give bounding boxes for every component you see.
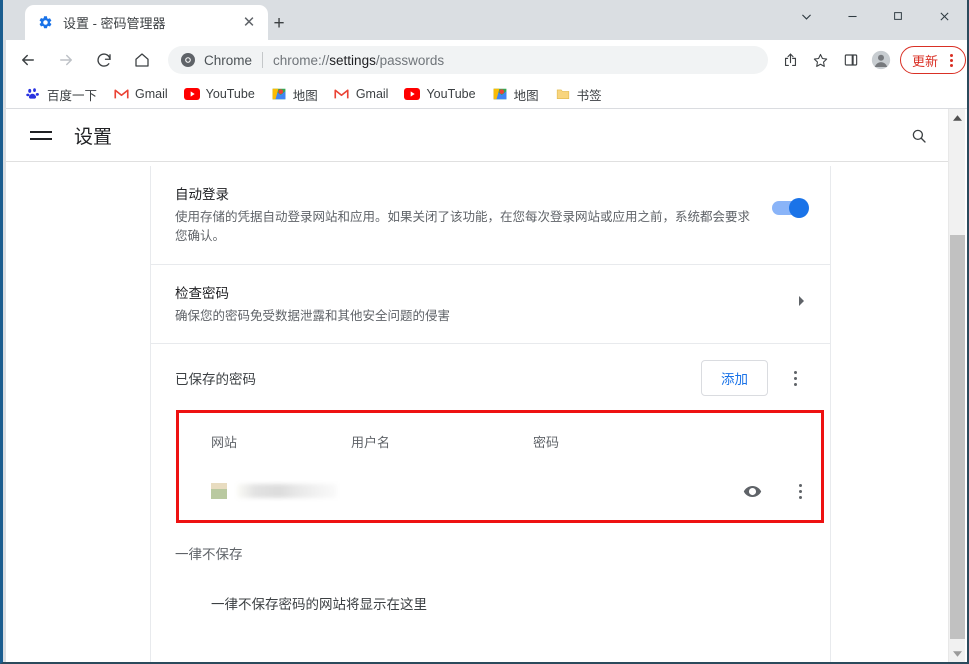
toggle-knob xyxy=(789,198,809,218)
baidu-icon xyxy=(25,86,41,102)
auto-signin-row: 自动登录 使用存储的凭据自动登录网站和应用。如果关闭了该功能，在您每次登录网站或… xyxy=(151,166,830,265)
maps-icon xyxy=(271,86,287,102)
minimize-button[interactable] xyxy=(829,0,875,32)
browser-toolbar: Chrome chrome://settings/passwords 更新 xyxy=(6,40,967,80)
tab-strip: 设置 - 密码管理器 ✕ + xyxy=(3,0,967,40)
update-button[interactable]: 更新 xyxy=(899,46,966,74)
column-header-site: 网站 xyxy=(211,435,238,451)
hamburger-icon[interactable] xyxy=(30,122,56,148)
bookmark-item-maps[interactable]: 地图 xyxy=(264,82,325,107)
site-value-redacted xyxy=(237,484,337,499)
password-checkup-row[interactable]: 检查密码 确保您的密码免受数据泄露和其他安全问题的侵害 xyxy=(151,265,830,345)
omnibox-divider xyxy=(262,52,264,68)
auto-signin-title: 自动登录 xyxy=(175,187,229,202)
browser-tab[interactable]: 设置 - 密码管理器 ✕ xyxy=(25,5,268,40)
browser-window: 设置 - 密码管理器 ✕ + Chrome chrome://settings/… xyxy=(0,0,969,664)
page-scrollbar[interactable] xyxy=(948,109,965,662)
chevron-right-icon xyxy=(798,295,806,310)
reload-button[interactable] xyxy=(88,44,120,76)
new-tab-button[interactable]: + xyxy=(265,9,293,37)
chrome-logo-icon xyxy=(181,53,195,67)
scroll-up-arrow[interactable] xyxy=(949,109,966,126)
bookmark-item-gmail-2[interactable]: Gmail xyxy=(327,83,396,105)
never-saved-empty-text: 一律不保存密码的网站将显示在这里 xyxy=(211,597,427,613)
bookmarks-bar: 百度一下 Gmail YouTube 地图 Gmail YouTube 地图 书… xyxy=(6,80,967,109)
share-icon[interactable] xyxy=(776,45,806,75)
column-header-password: 密码 xyxy=(533,435,560,451)
search-icon[interactable] xyxy=(905,122,933,150)
bookmark-item-baidu[interactable]: 百度一下 xyxy=(18,82,104,107)
bookmark-label: Gmail xyxy=(135,87,168,101)
settings-card: 自动登录 使用存储的凭据自动登录网站和应用。如果关闭了该功能，在您每次登录网站或… xyxy=(150,166,831,662)
youtube-icon xyxy=(404,86,421,102)
saved-passwords-menu-icon[interactable] xyxy=(784,370,806,386)
tab-search-button[interactable] xyxy=(783,0,829,32)
chrome-identity-badge: Chrome xyxy=(180,52,252,68)
bookmark-label: YouTube xyxy=(426,87,476,101)
window-controls xyxy=(783,0,967,40)
tab-title: 设置 - 密码管理器 xyxy=(63,16,166,31)
back-button[interactable] xyxy=(12,44,44,76)
eye-icon[interactable] xyxy=(737,482,767,501)
chrome-menu-icon[interactable] xyxy=(943,53,959,67)
auto-signin-toggle[interactable] xyxy=(772,198,809,218)
update-label: 更新 xyxy=(911,53,938,69)
bookmark-item-youtube[interactable]: YouTube xyxy=(177,83,262,105)
bookmark-label: 地图 xyxy=(513,88,539,103)
saved-passwords-label: 已保存的密码 xyxy=(175,372,256,388)
tab-close-button[interactable]: ✕ xyxy=(237,11,261,35)
page-title: 设置 xyxy=(74,126,113,148)
forward-button[interactable] xyxy=(50,44,82,76)
bookmark-label: 百度一下 xyxy=(47,88,98,103)
gear-icon xyxy=(37,15,53,31)
gmail-icon xyxy=(334,86,350,102)
scroll-down-arrow[interactable] xyxy=(949,645,966,662)
scrollbar-thumb[interactable] xyxy=(950,235,965,639)
saved-passwords-header: 已保存的密码 添加 xyxy=(151,344,830,410)
bookmark-item-maps-2[interactable]: 地图 xyxy=(485,82,546,107)
column-header-username: 用户名 xyxy=(351,435,391,451)
saved-passwords-table-highlight: 网站 用户名 密码 xyxy=(176,410,824,524)
url-text: chrome://settings/passwords xyxy=(273,52,445,68)
password-checkup-subtitle: 确保您的密码免受数据泄露和其他安全问题的侵害 xyxy=(175,308,451,323)
bookmark-label: YouTube xyxy=(205,87,255,101)
site-favicon-icon xyxy=(211,483,227,500)
settings-content: 自动登录 使用存储的凭据自动登录网站和应用。如果关闭了该功能，在您每次登录网站或… xyxy=(6,162,953,662)
auto-signin-subtitle: 使用存储的凭据自动登录网站和应用。如果关闭了该功能，在您每次登录网站或应用之前，… xyxy=(175,210,751,244)
settings-page: 设置 自动登录 使用存储的凭据自动登录网站和应用。如果关闭了该功能，在您每次登录… xyxy=(6,109,967,662)
gmail-icon xyxy=(113,86,129,102)
table-header-row: 网站 用户名 密码 xyxy=(179,413,821,468)
maximize-button[interactable] xyxy=(875,0,921,32)
bookmark-item-gmail[interactable]: Gmail xyxy=(106,83,175,105)
chrome-label: Chrome xyxy=(204,52,253,68)
settings-header: 设置 xyxy=(6,109,953,162)
address-bar[interactable]: Chrome chrome://settings/passwords xyxy=(168,46,768,74)
bookmark-label: 地图 xyxy=(292,88,318,103)
home-button[interactable] xyxy=(126,44,158,76)
profile-avatar[interactable] xyxy=(866,45,896,75)
youtube-icon xyxy=(183,86,200,102)
close-button[interactable] xyxy=(921,0,967,32)
bookmark-label: Gmail xyxy=(355,87,389,101)
bookmark-label: 书签 xyxy=(576,88,602,103)
row-menu-icon[interactable] xyxy=(789,483,811,499)
bookmark-folder[interactable]: 书签 xyxy=(548,82,609,107)
table-row[interactable] xyxy=(179,468,821,520)
maps-icon xyxy=(492,86,508,102)
side-panel-icon[interactable] xyxy=(836,45,866,75)
bookmark-star-icon[interactable] xyxy=(806,45,836,75)
add-password-button[interactable]: 添加 xyxy=(701,360,768,397)
cell-site xyxy=(179,483,351,500)
folder-icon xyxy=(555,86,571,102)
never-saved-label: 一律不保存 xyxy=(175,547,243,563)
bookmark-item-youtube-2[interactable]: YouTube xyxy=(397,83,482,105)
password-checkup-title: 检查密码 xyxy=(175,285,229,301)
